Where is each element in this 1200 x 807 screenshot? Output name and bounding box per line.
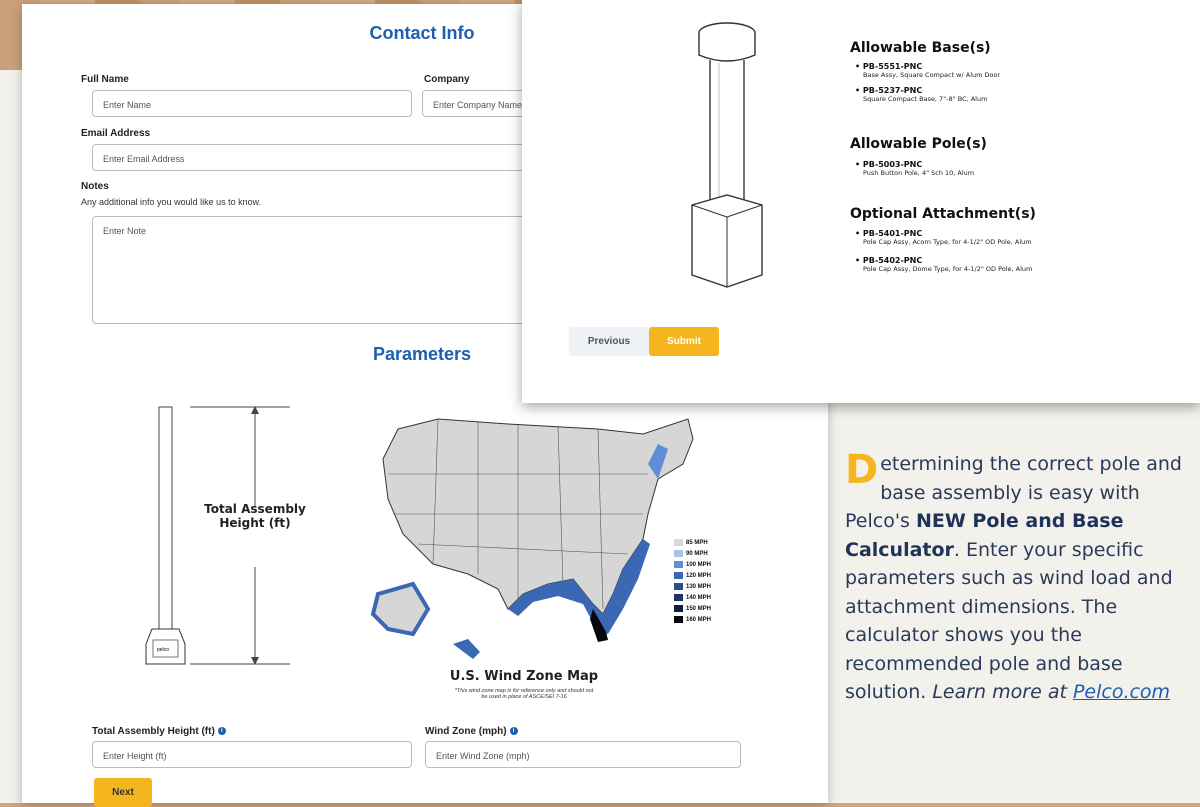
list-item: • PB-5402-PNC Pole Cap Assy, Dome Type, … <box>855 256 1032 273</box>
list-item: • PB-5401-PNC Pole Cap Assy, Acorn Type,… <box>855 229 1032 246</box>
legend-label: 140 MPH <box>686 595 712 602</box>
height-input[interactable]: Enter Height (ft) <box>92 741 412 768</box>
list-item: • PB-5237-PNC Square Compact Base, 7"-8"… <box>855 86 987 103</box>
legend-swatch <box>674 539 683 546</box>
info-icon[interactable]: i <box>217 727 226 736</box>
pole-base-illustration <box>691 22 763 288</box>
results-card: Allowable Base(s) • PB-5551-PNC Base Ass… <box>522 0 1200 403</box>
item-code: • PB-5402-PNC <box>855 256 923 265</box>
item-code: • PB-5551-PNC <box>855 62 923 71</box>
wind-zone-label: Wind Zone (mph) i <box>425 726 518 737</box>
item-code: • PB-5003-PNC <box>855 160 923 169</box>
legend-swatch <box>674 605 683 612</box>
legend-swatch <box>674 550 683 557</box>
company-label: Company <box>424 74 470 85</box>
item-code: • PB-5237-PNC <box>855 86 923 95</box>
article-paragraph: Determining the correct pole and base as… <box>845 450 1200 707</box>
wind-zone-label-text: Wind Zone (mph) <box>425 726 507 737</box>
poles-heading: Allowable Pole(s) <box>850 136 987 152</box>
submit-button[interactable]: Submit <box>649 327 719 356</box>
pole-badge-label: pelco <box>157 647 169 653</box>
item-desc: Square Compact Base, 7"-8" BC, Alum <box>863 95 988 103</box>
height-label: Total Assembly Height (ft) i <box>92 726 226 737</box>
height-label-text: Total Assembly Height (ft) <box>92 726 215 737</box>
legend-label: 120 MPH <box>686 573 712 580</box>
pelco-link[interactable]: Pelco.com <box>1073 681 1170 703</box>
legend-label: 90 MPH <box>686 551 708 558</box>
legend-swatch <box>674 561 683 568</box>
pole-diagram: pelco <box>145 406 290 665</box>
legend-label: 160 MPH <box>686 617 712 624</box>
legend-label: 130 MPH <box>686 584 712 591</box>
item-desc: Base Assy, Square Compact w/ Alum Door <box>863 71 1001 79</box>
full-name-input[interactable]: Enter Name <box>92 90 412 117</box>
item-desc: Push Button Pole, 4" Sch 10, Alum <box>863 169 975 177</box>
legend-swatch <box>674 583 683 590</box>
legend-label: 85 MPH <box>686 540 708 547</box>
notes-help-text: Any additional info you would like us to… <box>81 197 262 207</box>
contact-info-title: Contact Info <box>369 23 475 43</box>
item-code: • PB-5401-PNC <box>855 229 923 238</box>
info-icon[interactable]: i <box>509 727 518 736</box>
wind-zone-input[interactable]: Enter Wind Zone (mph) <box>425 741 741 768</box>
email-label: Email Address <box>81 128 151 139</box>
bases-heading: Allowable Base(s) <box>850 40 991 56</box>
list-item: • PB-5551-PNC Base Assy, Square Compact … <box>855 62 1000 79</box>
drop-cap: D <box>845 447 879 493</box>
assembly-height-caption: Total Assembly Height (ft) <box>204 502 306 530</box>
map-title: U.S. Wind Zone Map <box>449 669 599 684</box>
legend-swatch <box>674 616 683 623</box>
item-desc: Pole Cap Assy, Acorn Type, for 4-1/2" OD… <box>863 238 1032 246</box>
legend-swatch <box>674 572 683 579</box>
full-name-label: Full Name <box>81 74 129 85</box>
notes-label: Notes <box>81 181 109 192</box>
list-item: • PB-5003-PNC Push Button Pole, 4" Sch 1… <box>855 160 974 177</box>
us-wind-zone-map <box>370 418 694 659</box>
map-disclaimer: *This wind zone map is for reference onl… <box>454 688 594 700</box>
parameters-title: Parameters <box>372 344 472 364</box>
article-learn-more: Learn more at <box>932 681 1073 703</box>
attachments-heading: Optional Attachment(s) <box>850 206 1036 222</box>
legend-label: 100 MPH <box>686 562 712 569</box>
legend-label: 150 MPH <box>686 606 712 613</box>
previous-button[interactable]: Previous <box>569 327 649 356</box>
article-text-2: . Enter your specific parameters such as… <box>845 538 1173 704</box>
legend-swatch <box>674 594 683 601</box>
item-desc: Pole Cap Assy, Dome Type, for 4-1/2" OD … <box>863 265 1033 273</box>
